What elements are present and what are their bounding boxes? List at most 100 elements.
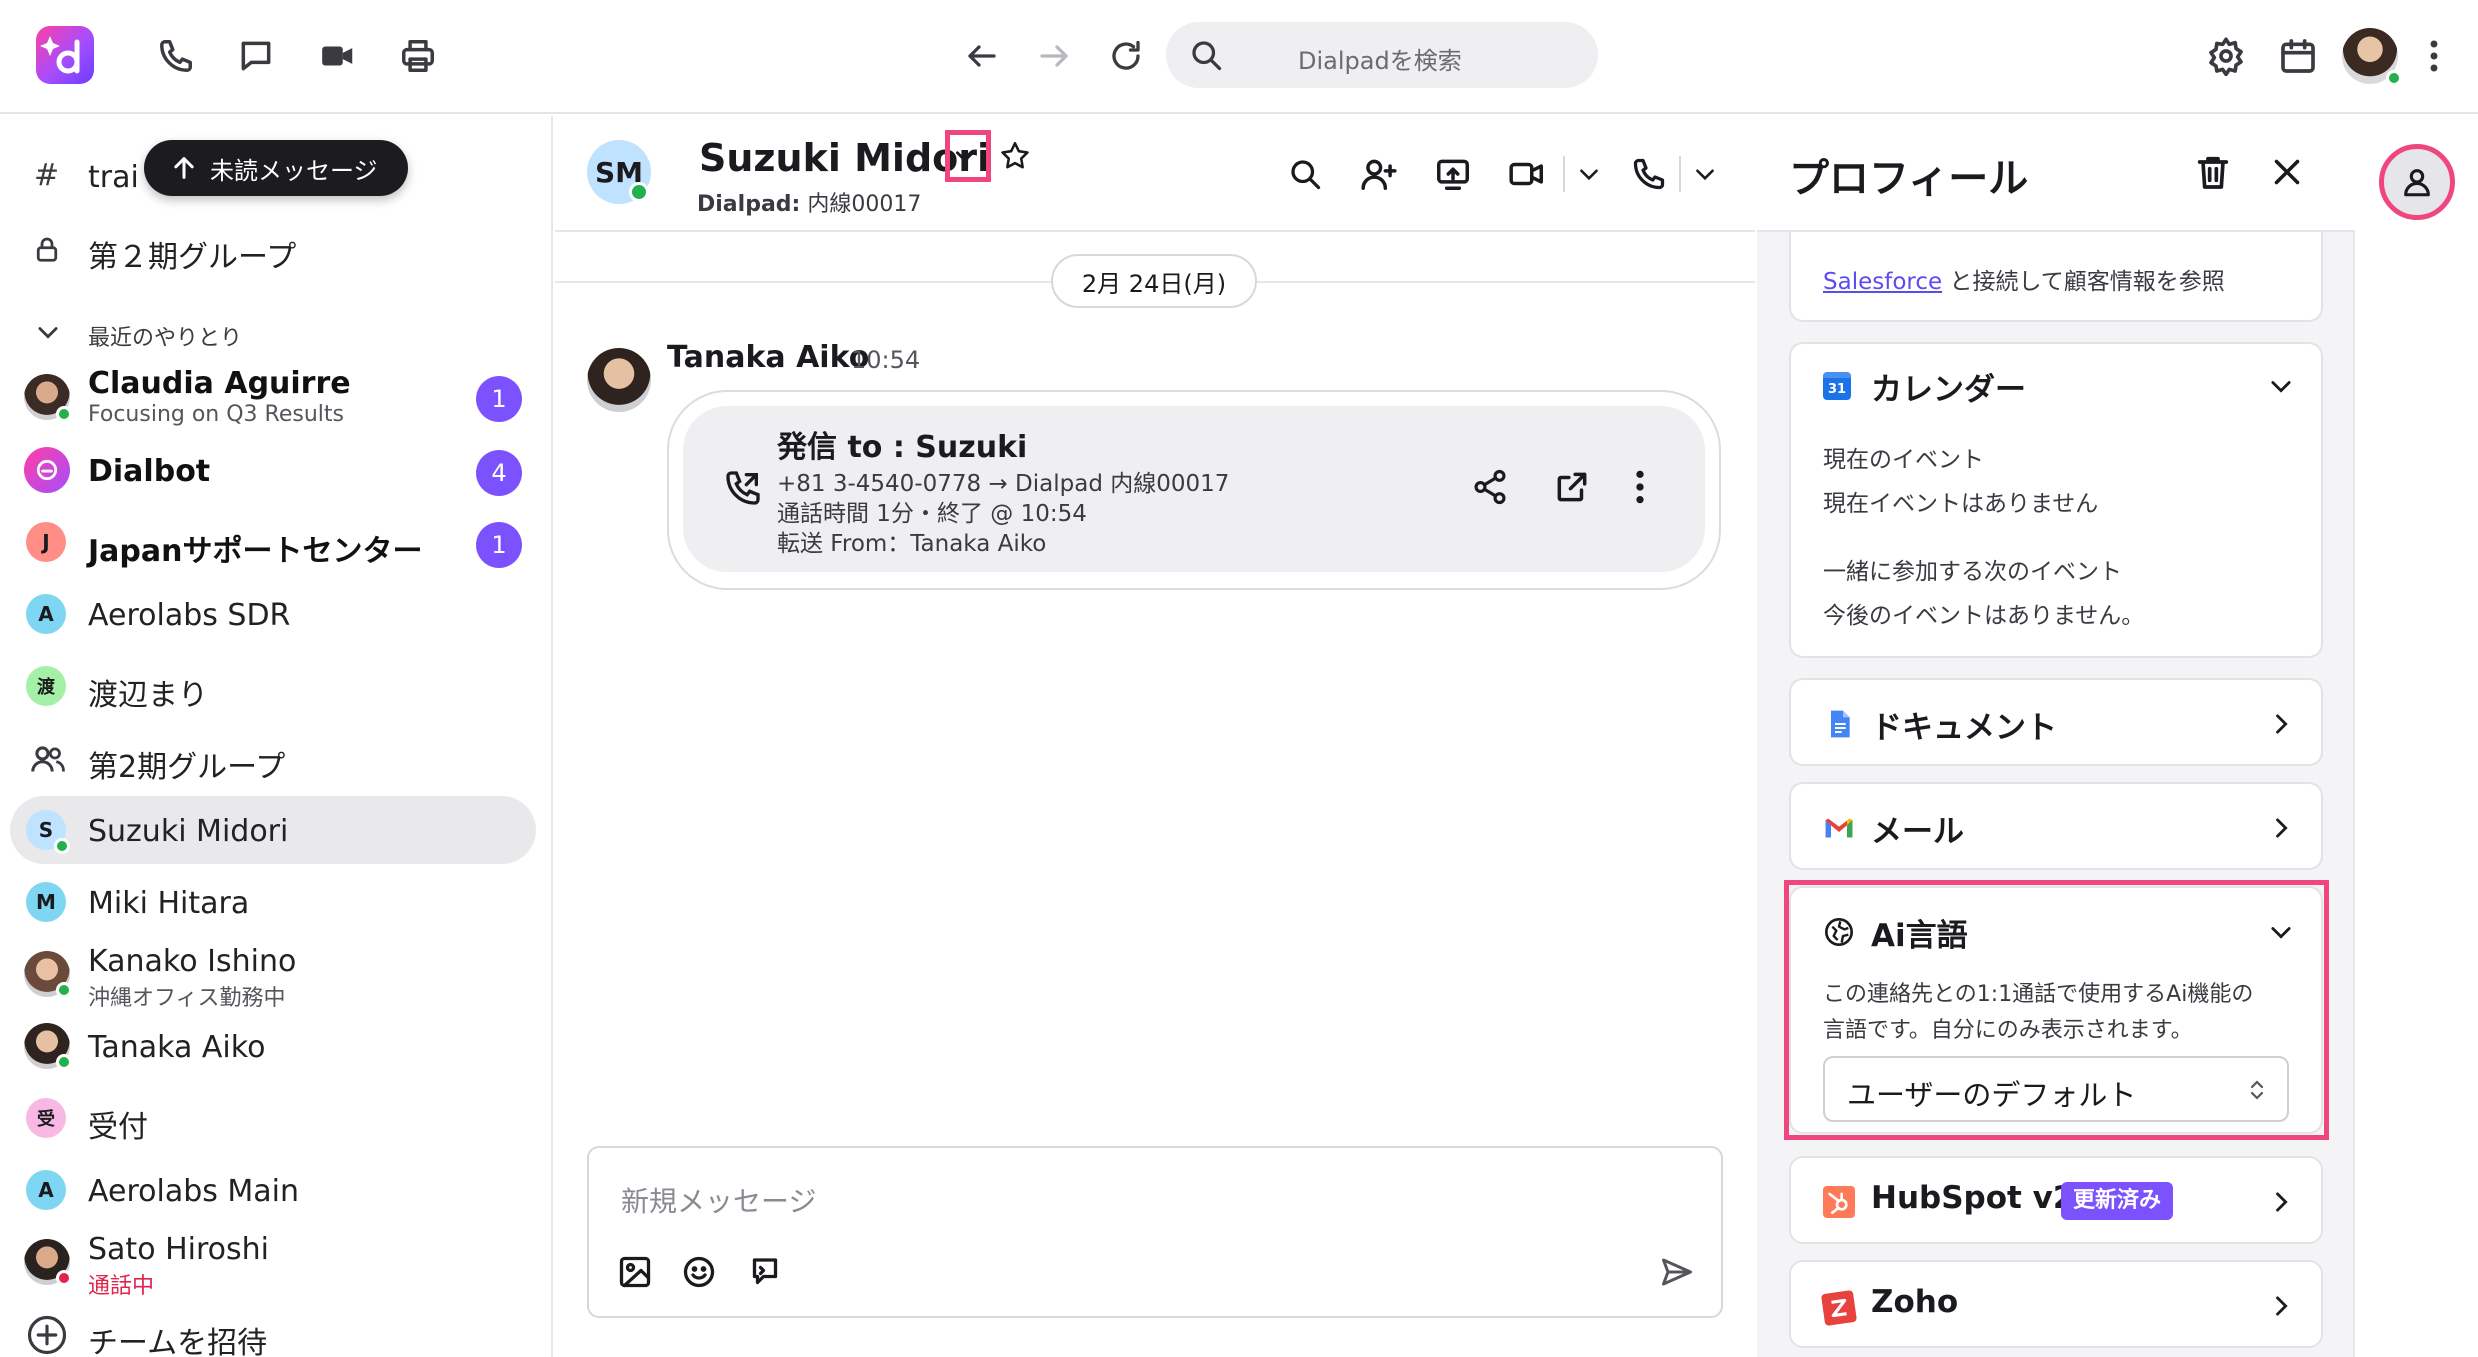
zoho-z-icon — [1831, 1298, 1847, 1318]
settings-button[interactable] — [2198, 28, 2254, 84]
arrow-right-icon — [1040, 45, 1068, 67]
sidebar-item-label: trai — [88, 160, 139, 195]
video-camera-icon — [322, 46, 353, 66]
sidebar-item-kanako-ishino[interactable]: Kanako Ishino 沖縄オフィス勤務中 — [10, 940, 536, 1011]
call-log-card[interactable]: 発信 to : Suzuki +81 3-4540-0778 → Dialpad… — [683, 406, 1705, 572]
profile-toggle-button[interactable] — [2379, 144, 2455, 220]
message-more-button[interactable] — [1633, 468, 1647, 506]
print-button[interactable] — [390, 28, 446, 84]
divider — [1563, 156, 1565, 192]
mail-card[interactable]: メール — [1789, 782, 2323, 870]
divider — [1679, 156, 1681, 192]
google-calendar-icon: 31 — [1823, 372, 1851, 400]
top-bar: Dialpadを検索 — [0, 0, 2478, 114]
send-button[interactable] — [1659, 1254, 1695, 1290]
screen-share-button[interactable] — [1431, 152, 1475, 196]
video-camera-icon — [1509, 162, 1543, 186]
search-conversation-button[interactable] — [1283, 152, 1327, 196]
favorite-button[interactable] — [995, 136, 1035, 176]
online-status-dot — [54, 838, 70, 854]
video-call-button[interactable] — [1505, 152, 1549, 196]
hubspot-card[interactable]: HubSpot v2 更新済み — [1789, 1156, 2323, 1244]
image-icon — [619, 1256, 651, 1288]
contact-extension: Dialpad: 内線00017 — [697, 186, 921, 218]
message-time: 10:54 — [851, 346, 921, 374]
group-icon — [31, 746, 65, 772]
sidebar-item-claudia-aguirre[interactable]: Claudia Aguirre Focusing on Q3 Results 1 — [10, 362, 536, 430]
dialpad-logo-icon — [40, 36, 80, 74]
unread-badge: 1 — [476, 376, 522, 422]
quick-reply-icon — [752, 1258, 778, 1285]
recent-section-toggle[interactable] — [34, 318, 62, 346]
sidebar-item-watanabe-mari[interactable]: 渡 渡辺まり — [10, 652, 536, 720]
unread-messages-pill[interactable]: 未読メッセージ — [144, 140, 408, 196]
phone-nav-button[interactable] — [148, 28, 204, 84]
screen-share-icon — [1437, 159, 1469, 190]
open-external-button[interactable] — [1553, 468, 1591, 506]
add-person-button[interactable] — [1357, 152, 1401, 196]
busy-status-dot — [56, 1270, 72, 1286]
sidebar-item-label: Dialbot — [88, 454, 211, 489]
sidebar-item-aerolabs-sdr[interactable]: A Aerolabs SDR — [10, 580, 536, 648]
sidebar-item-status: 通話中 — [88, 1274, 155, 1299]
sidebar-item-aerolabs-main[interactable]: A Aerolabs Main — [10, 1156, 536, 1224]
call-duration: 通話時間 1分・終了 @ 10:54 — [777, 501, 1087, 527]
sidebar-item-channel-group2[interactable]: 第２期グループ — [10, 214, 536, 282]
sidebar-item-miki-hitara[interactable]: M Miki Hitara — [10, 868, 536, 936]
documents-card[interactable]: ドキュメント — [1789, 678, 2323, 766]
video-options-dropdown[interactable] — [1571, 152, 1607, 196]
chat-panel: SM Suzuki Midori Dialpad: 内線00017 2月 24日… — [555, 116, 1755, 1357]
search-input[interactable]: Dialpadを検索 — [1166, 22, 1598, 88]
gear-icon — [2209, 37, 2243, 76]
external-link-icon — [1557, 472, 1587, 502]
trash-icon — [2197, 156, 2229, 189]
close-panel-button[interactable] — [2269, 154, 2305, 190]
attach-image-button[interactable] — [617, 1254, 653, 1290]
zoho-card[interactable]: Zoho — [1789, 1260, 2323, 1348]
back-button[interactable] — [954, 28, 1010, 84]
person-icon — [2404, 169, 2430, 197]
message-sender[interactable]: Tanaka Aiko — [667, 340, 869, 375]
chevron-down-icon[interactable] — [2267, 372, 2295, 400]
reload-button[interactable] — [1098, 28, 1154, 84]
call-options-dropdown[interactable] — [1687, 152, 1723, 196]
salesforce-link[interactable]: Salesforce — [1823, 269, 1942, 295]
sender-avatar[interactable] — [587, 348, 651, 412]
messages-nav-button[interactable] — [228, 28, 284, 84]
search-icon — [1291, 160, 1321, 190]
delete-button[interactable] — [2193, 152, 2233, 192]
current-event-value: 現在イベントはありません — [1823, 491, 2099, 517]
sidebar-item-dialbot[interactable]: Dialbot 4 — [10, 436, 536, 504]
sidebar-item-tanaka-aiko[interactable]: Tanaka Aiko — [10, 1012, 536, 1080]
salesforce-text: Salesforce と接続して顧客情報を参照 — [1823, 262, 2225, 296]
sidebar-item-group2[interactable]: 第2期グループ — [10, 724, 536, 792]
video-nav-button[interactable] — [310, 28, 366, 84]
voice-call-button[interactable] — [1627, 152, 1671, 196]
avatar: A — [26, 1170, 66, 1210]
updated-badge: 更新済み — [2061, 1182, 2174, 1220]
sidebar-item-label: Miki Hitara — [88, 886, 250, 921]
reload-icon — [1112, 40, 1140, 70]
online-status-dot — [56, 406, 72, 422]
user-avatar[interactable] — [2342, 28, 2402, 86]
sidebar-item-japan-support[interactable]: J Japanサポートセンター 1 — [10, 508, 536, 576]
call-route: +81 3-4540-0778 → Dialpad 内線00017 — [777, 471, 1230, 497]
sidebar-item-reception[interactable]: 受 受付 — [10, 1084, 536, 1152]
more-menu-button[interactable] — [2414, 28, 2454, 84]
profile-header: プロフィール — [1757, 116, 2355, 232]
snippet-button[interactable] — [747, 1254, 783, 1290]
lock-icon — [36, 237, 58, 262]
arrow-up-icon — [174, 157, 194, 179]
calendar-title: カレンダー — [1871, 372, 2026, 408]
message-composer[interactable]: 新規メッセージ — [587, 1146, 1723, 1318]
emoji-button[interactable] — [681, 1254, 717, 1290]
forward-button[interactable] — [1026, 28, 1082, 84]
share-button[interactable] — [1471, 468, 1509, 506]
sidebar-item-sato-hiroshi[interactable]: Sato Hiroshi 通話中 — [10, 1228, 536, 1299]
invite-team-button[interactable]: チームを招待 — [10, 1300, 536, 1357]
calendar-button[interactable] — [2270, 28, 2326, 84]
sidebar-item-suzuki-midori[interactable]: S Suzuki Midori — [10, 796, 536, 864]
share-icon — [1474, 469, 1506, 505]
avatar: J — [26, 522, 66, 562]
dialpad-logo[interactable] — [36, 26, 94, 84]
